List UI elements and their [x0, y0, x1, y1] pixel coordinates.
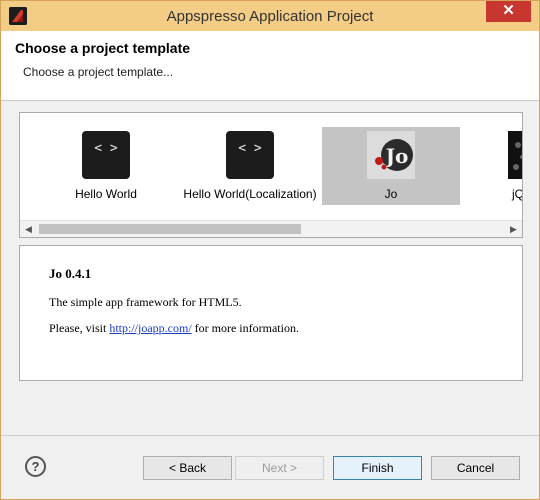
finish-button[interactable]: Finish	[333, 456, 422, 480]
jo-logo-icon: Jo	[367, 131, 415, 179]
window-title: Appspresso Application Project	[166, 8, 374, 25]
next-button[interactable]: Next >	[235, 456, 324, 480]
title-bar[interactable]: Appspresso Application Project ✕	[1, 1, 539, 31]
description-prefix: Please, visit	[49, 321, 110, 335]
jqtouch-icon	[508, 131, 522, 179]
description-link-line: Please, visit http://joapp.com/ for more…	[49, 321, 299, 336]
description-suffix: for more information.	[191, 321, 299, 335]
scroll-left-icon[interactable]: ◀	[20, 221, 37, 237]
description-title: Jo 0.4.1	[49, 266, 92, 281]
template-description: Jo 0.4.1 The simple app framework for HT…	[19, 245, 523, 381]
code-icon: < >	[226, 131, 274, 179]
template-label: jQ	[512, 187, 523, 201]
close-button[interactable]: ✕	[486, 1, 531, 22]
template-item-jo[interactable]: Jo Jo	[322, 127, 460, 205]
jo-website-link[interactable]: http://joapp.com/	[109, 321, 191, 335]
template-item-hello-world[interactable]: < > Hello World	[62, 127, 150, 205]
scroll-right-icon[interactable]: ▶	[505, 221, 522, 237]
template-item-jq[interactable]: jQ	[500, 127, 523, 205]
cancel-button[interactable]: Cancel	[431, 456, 520, 480]
page-subtitle: Choose a project template...	[23, 65, 174, 79]
code-icon: < >	[82, 131, 130, 179]
template-gallery: < > Hello World < > Hello World(Localiza…	[19, 112, 523, 238]
description-text: The simple app framework for HTML5.	[49, 295, 242, 309]
help-icon[interactable]: ?	[25, 456, 46, 477]
scroll-thumb[interactable]	[39, 224, 301, 234]
horizontal-scrollbar[interactable]: ◀ ▶	[20, 220, 522, 237]
footer-divider	[1, 435, 539, 436]
template-label: Hello World	[75, 187, 137, 201]
wizard-header: Choose a project template Choose a proje…	[1, 31, 539, 101]
back-button[interactable]: < Back	[143, 456, 232, 480]
template-label: Hello World(Localization)	[183, 187, 317, 201]
project-wizard-window: Appspresso Application Project ✕ Choose …	[0, 0, 540, 500]
template-item-hello-world-localization[interactable]: < > Hello World(Localization)	[178, 127, 322, 205]
svg-text:Jo: Jo	[384, 144, 409, 168]
template-label: Jo	[384, 187, 398, 201]
page-title: Choose a project template	[15, 40, 191, 56]
